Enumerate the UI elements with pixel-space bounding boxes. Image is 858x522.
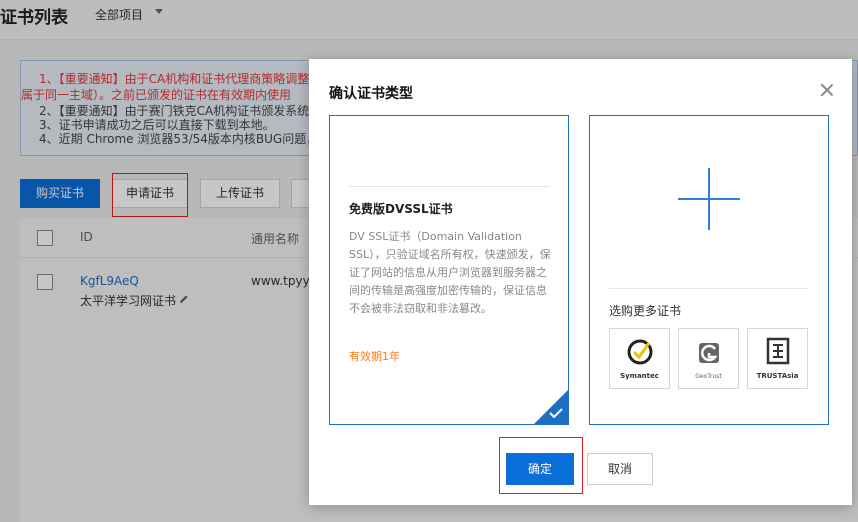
dvssl-card-validity: 有效期1年 — [349, 350, 400, 363]
dvssl-card-title: 免费版DVSSL证书 — [349, 202, 453, 216]
symantec-brand-tile[interactable]: Symantec — [609, 328, 670, 389]
dialog-title: 确认证书类型 — [329, 86, 413, 102]
dvssl-certificate-card[interactable]: 免费版DVSSL证书 DV SSL证书（Domain Validation SS… — [329, 115, 569, 425]
more-certificates-card[interactable]: 选购更多证书 Symantec GeoTrust TRUSTAsia — [589, 115, 829, 425]
confirm-certificate-type-dialog: 确认证书类型 免费版DVSSL证书 DV SSL证书（Domain Valida… — [309, 59, 852, 505]
selected-corner-badge — [534, 390, 568, 424]
symantec-brand-label: Symantec — [620, 372, 659, 380]
dvssl-card-description: DV SSL证书（Domain Validation SSL），只验证域名所有权… — [349, 230, 551, 315]
cancel-button[interactable]: 取消 — [587, 453, 653, 485]
more-certificates-label: 选购更多证书 — [609, 304, 682, 318]
card-divider — [609, 288, 809, 289]
geotrust-brand-label: GeoTrust — [695, 373, 722, 380]
close-icon[interactable] — [820, 83, 834, 97]
geotrust-brand-tile[interactable]: GeoTrust — [678, 328, 739, 389]
trustasia-logo-icon — [766, 337, 790, 365]
card-divider — [349, 186, 550, 187]
trustasia-brand-tile[interactable]: TRUSTAsia — [747, 328, 808, 389]
highlight-box-confirm — [499, 437, 583, 494]
symantec-logo-icon — [627, 339, 653, 365]
checkmark-icon — [549, 408, 563, 418]
geotrust-logo-icon — [699, 343, 719, 363]
plus-icon-horizontal — [678, 198, 740, 200]
trustasia-brand-label: TRUSTAsia — [756, 372, 799, 380]
